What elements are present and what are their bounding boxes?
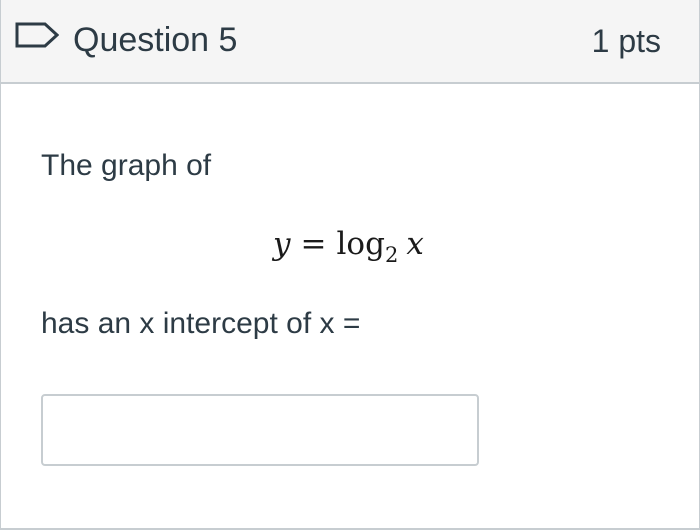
question-intro-text: The graph of: [41, 149, 212, 182]
flag-icon[interactable]: [15, 22, 59, 48]
math-equation: y = log2 x: [273, 222, 424, 266]
question-prompt-text: has an x intercept of x =: [41, 307, 361, 340]
equation-argument: x: [406, 226, 424, 262]
equation-base: 2: [384, 243, 399, 267]
equation-lhs: y: [273, 226, 291, 262]
equation-operator: =: [300, 226, 327, 262]
question-header: Question 5 1 pts: [1, 0, 699, 84]
question-card: Question 5 1 pts The graph of y = log2 x ha…: [0, 0, 700, 530]
question-title: Question 5: [73, 21, 238, 59]
question-points: 1 pts: [591, 23, 661, 59]
answer-input[interactable]: [41, 394, 479, 466]
equation-function: log: [336, 226, 385, 262]
